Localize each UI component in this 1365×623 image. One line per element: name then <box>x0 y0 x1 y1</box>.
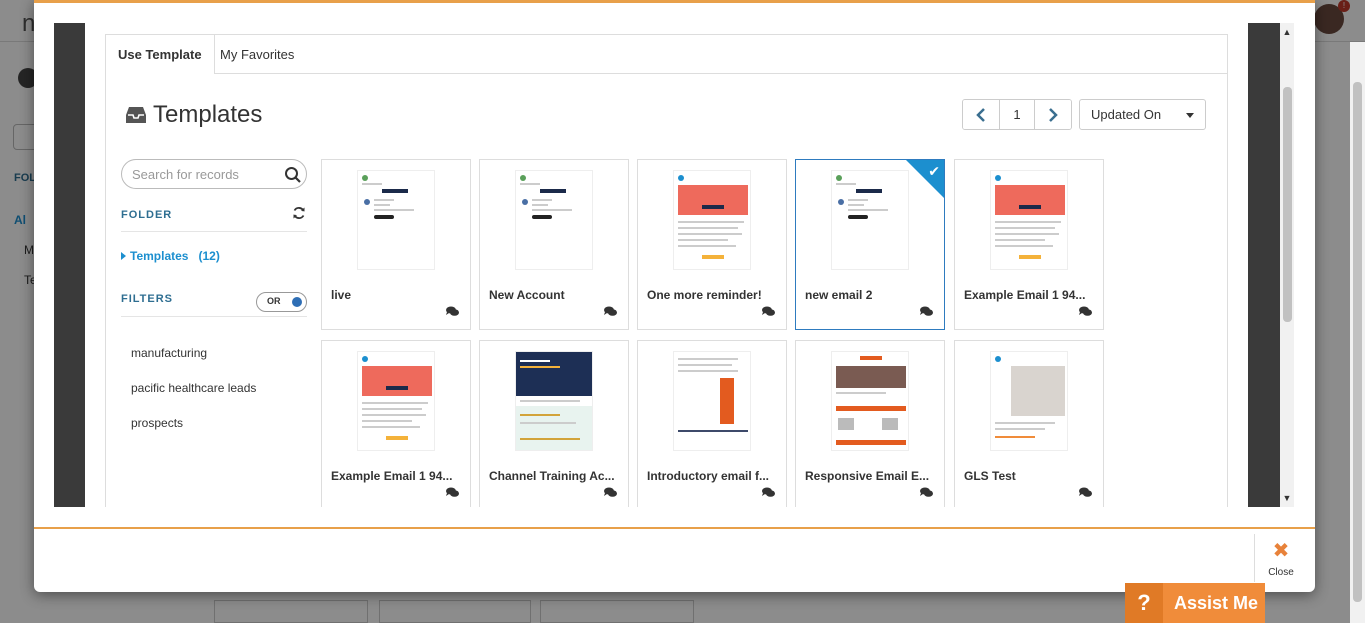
folder-item-templates[interactable]: Templates (12) <box>121 249 220 263</box>
toggle-label: OR <box>267 296 281 306</box>
template-modal: Use Template My Favorites Templates 1 Up… <box>34 0 1315 592</box>
close-button-label: Close <box>1268 567 1294 578</box>
filter-mode-toggle[interactable]: OR <box>256 292 307 312</box>
comment-icon[interactable] <box>604 487 617 498</box>
template-thumbnail <box>515 351 593 451</box>
divider <box>121 316 307 317</box>
chevron-left-icon <box>976 107 985 122</box>
template-thumbnail <box>515 170 593 270</box>
page-scrollbar[interactable] <box>1350 42 1365 623</box>
chevron-right-icon <box>1049 107 1058 122</box>
divider <box>121 231 307 232</box>
template-thumbnail <box>357 351 435 451</box>
template-card[interactable]: One more reminder! <box>637 159 787 330</box>
template-thumbnail <box>831 170 909 270</box>
comment-icon[interactable] <box>762 306 775 317</box>
template-card[interactable]: Channel Training Ac... <box>479 340 629 507</box>
comment-icon[interactable] <box>920 487 933 498</box>
template-name: One more reminder! <box>647 288 762 302</box>
template-card[interactable]: Example Email 1 94... <box>954 159 1104 330</box>
filter-item-pacific-healthcare-leads[interactable]: pacific healthcare leads <box>131 381 256 395</box>
template-frame: Use Template My Favorites Templates 1 Up… <box>85 23 1248 507</box>
template-card[interactable]: GLS Test <box>954 340 1104 507</box>
template-thumbnail <box>357 170 435 270</box>
template-thumbnail <box>990 351 1068 451</box>
template-thumbnail <box>673 170 751 270</box>
modal-footer-accent <box>34 527 1315 529</box>
tab-my-favorites[interactable]: My Favorites <box>208 35 306 74</box>
assist-me-button[interactable]: ? Assist Me <box>1125 583 1265 623</box>
template-name: Example Email 1 94... <box>964 288 1086 302</box>
comment-icon[interactable] <box>446 487 459 498</box>
page-title: Templates <box>125 101 262 129</box>
template-name: live <box>331 288 352 302</box>
comment-icon[interactable] <box>762 487 775 498</box>
template-name: Responsive Email E... <box>805 469 930 483</box>
refresh-icon[interactable] <box>292 206 306 220</box>
next-page-button[interactable] <box>1035 100 1071 129</box>
frame-scrollbar-thumb[interactable] <box>1283 87 1292 322</box>
comment-icon[interactable] <box>604 306 617 317</box>
template-name: Example Email 1 94... <box>331 469 453 483</box>
folder-label: FOLDER <box>121 209 173 221</box>
template-card[interactable]: Introductory email f... <box>637 340 787 507</box>
folder-item-count: (12) <box>198 249 220 263</box>
close-button[interactable]: ✖ Close <box>1254 534 1307 582</box>
filter-item-prospects[interactable]: prospects <box>131 416 183 430</box>
template-name: Introductory email f... <box>647 469 770 483</box>
frame-scrollbar[interactable]: ▲ ▼ <box>1280 23 1294 507</box>
caret-right-icon <box>121 252 126 260</box>
sort-select[interactable]: Updated On <box>1079 99 1206 130</box>
scroll-up-icon[interactable]: ▲ <box>1280 25 1294 39</box>
template-name: New Account <box>489 288 565 302</box>
comment-icon[interactable] <box>1079 487 1092 498</box>
help-icon: ? <box>1125 583 1163 623</box>
current-page: 1 <box>999 100 1035 129</box>
search-input[interactable] <box>132 165 282 183</box>
page-title-text: Templates <box>153 101 263 128</box>
template-card[interactable]: Example Email 1 94... <box>321 340 471 507</box>
template-card[interactable]: new email 2 ✔ <box>795 159 945 330</box>
caret-down-icon <box>1186 113 1194 118</box>
inbox-icon <box>126 107 146 123</box>
comment-icon[interactable] <box>1079 306 1092 317</box>
filters-label: FILTERS <box>121 293 174 305</box>
toggle-knob <box>292 297 302 307</box>
template-thumbnail <box>673 351 751 451</box>
pagination: 1 <box>962 99 1072 130</box>
tab-use-template[interactable]: Use Template <box>106 35 215 75</box>
assist-me-label: Assist Me <box>1174 592 1259 613</box>
sort-select-value: Updated On <box>1091 107 1162 122</box>
search-icon[interactable] <box>284 166 302 184</box>
template-name: GLS Test <box>964 469 1016 483</box>
filter-item-manufacturing[interactable]: manufacturing <box>131 346 207 360</box>
template-card[interactable]: New Account <box>479 159 629 330</box>
template-name: Channel Training Ac... <box>489 469 615 483</box>
template-thumbnail <box>831 351 909 451</box>
template-card[interactable]: Responsive Email E... <box>795 340 945 507</box>
check-icon: ✔ <box>928 163 940 179</box>
modal-top-accent <box>34 0 1315 3</box>
prev-page-button[interactable] <box>963 100 999 129</box>
modal-body: Use Template My Favorites Templates 1 Up… <box>54 23 1294 507</box>
close-icon: ✖ <box>1272 540 1290 562</box>
page-scrollbar-thumb[interactable] <box>1353 82 1362 602</box>
comment-icon[interactable] <box>920 306 933 317</box>
template-card[interactable]: live <box>321 159 471 330</box>
folder-item-label: Templates <box>130 249 189 263</box>
template-thumbnail <box>990 170 1068 270</box>
template-name: new email 2 <box>805 288 873 302</box>
comment-icon[interactable] <box>446 306 459 317</box>
scroll-down-icon[interactable]: ▼ <box>1280 491 1294 505</box>
search-box <box>121 159 307 189</box>
tab-bar: Use Template My Favorites <box>105 34 1228 75</box>
